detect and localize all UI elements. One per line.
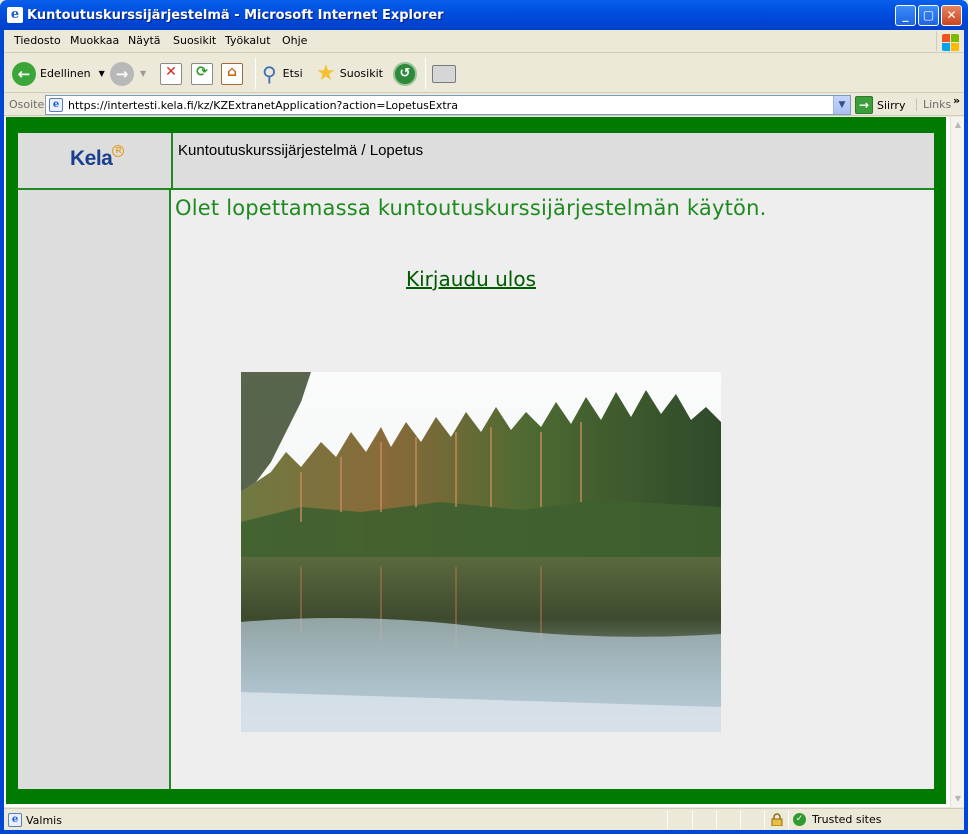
close-button[interactable]: ✕ xyxy=(941,5,962,26)
toolbar: ← Edellinen ▼ → ▼ ✕ ⟳ ⌂ ⚲ Etsi ★ Suosiki… xyxy=(4,54,964,93)
maximize-button[interactable]: ▢ xyxy=(918,5,939,26)
go-button[interactable]: → Siirry xyxy=(855,95,905,115)
menu-favorites[interactable]: Suosikit xyxy=(173,34,216,47)
favorites-label: Suosikit xyxy=(339,67,383,80)
logout-link[interactable]: Kirjaudu ulos xyxy=(406,267,536,291)
search-label: Etsi xyxy=(282,67,303,80)
status-divider xyxy=(692,811,693,829)
address-input[interactable]: e https://intertesti.kela.fi/kz/KZExtran… xyxy=(45,95,851,115)
window-title: Kuntoutuskurssijärjestelmä - Microsoft I… xyxy=(27,8,444,23)
stop-button[interactable]: ✕ xyxy=(160,60,182,87)
favorites-star-icon: ★ xyxy=(316,61,336,86)
print-button[interactable] xyxy=(432,60,456,87)
home-button[interactable]: ⌂ xyxy=(221,60,243,87)
go-label: Siirry xyxy=(877,98,906,112)
browser-viewport: Kela R Kuntoutuskurssijärjestelmä / Lope… xyxy=(4,117,964,807)
page-header: Kela R Kuntoutuskurssijärjestelmä / Lope… xyxy=(18,133,934,190)
address-bar: Osoite e https://intertesti.kela.fi/kz/K… xyxy=(4,94,964,116)
forward-button[interactable]: → ▼ xyxy=(110,60,146,87)
menu-help[interactable]: Ohje xyxy=(282,34,307,47)
ie-icon: e xyxy=(7,7,23,23)
address-url[interactable]: https://intertesti.kela.fi/kz/KZExtranet… xyxy=(68,99,458,112)
trusted-check-icon: ✓ xyxy=(793,813,806,826)
menu-file[interactable]: Tiedosto xyxy=(14,34,61,47)
page-frame: Kela R Kuntoutuskurssijärjestelmä / Lope… xyxy=(6,117,946,804)
history-button[interactable]: ↺ xyxy=(393,60,417,87)
status-text: Valmis xyxy=(26,814,62,827)
window-border-bottom xyxy=(0,830,968,834)
registered-mark-icon: R xyxy=(112,145,125,157)
kela-logo-text: Kela xyxy=(70,147,113,170)
title-bar[interactable]: e Kuntoutuskurssijärjestelmä - Microsoft… xyxy=(0,0,968,30)
vertical-scrollbar[interactable]: ▲ ▼ xyxy=(950,117,964,807)
lake-photo xyxy=(241,372,721,732)
go-arrow-icon: → xyxy=(855,96,873,114)
forward-arrow-icon: → xyxy=(110,61,134,86)
menu-edit[interactable]: Muokkaa xyxy=(70,34,119,47)
status-divider xyxy=(764,811,765,829)
windows-logo-icon xyxy=(936,31,959,51)
menu-tools[interactable]: Työkalut xyxy=(225,34,271,47)
page-body: Kela R Kuntoutuskurssijärjestelmä / Lope… xyxy=(18,133,934,789)
links-button[interactable]: Links xyxy=(916,98,951,111)
kela-logo: Kela R xyxy=(70,145,125,171)
history-icon: ↺ xyxy=(393,61,417,86)
status-bar: e Valmis ✓ Trusted sites xyxy=(4,808,964,830)
left-column xyxy=(18,133,171,789)
logout-message: Olet lopettamassa kuntoutuskurssijärjest… xyxy=(175,196,767,220)
address-label: Osoite xyxy=(9,98,45,111)
toolbar-separator xyxy=(425,58,426,89)
zone-label: Trusted sites xyxy=(812,813,882,826)
back-label: Edellinen xyxy=(40,67,91,80)
status-page-icon: e xyxy=(8,813,22,827)
search-icon: ⚲ xyxy=(262,61,277,86)
status-divider xyxy=(716,811,717,829)
status-divider xyxy=(740,811,741,829)
search-button[interactable]: ⚲ Etsi xyxy=(262,60,303,87)
scroll-down-icon[interactable]: ▼ xyxy=(951,791,965,807)
home-icon: ⌂ xyxy=(221,62,243,85)
page-title: Kuntoutuskurssijärjestelmä / Lopetus xyxy=(178,142,424,159)
stop-icon: ✕ xyxy=(160,62,182,85)
security-zone: ✓ Trusted sites xyxy=(793,813,882,826)
print-icon xyxy=(432,64,456,83)
window-border-right xyxy=(964,30,968,834)
page-icon: e xyxy=(49,98,63,112)
refresh-button[interactable]: ⟳ xyxy=(191,60,213,87)
status-divider xyxy=(667,811,668,829)
header-divider xyxy=(171,133,173,190)
minimize-button[interactable]: _ xyxy=(895,5,916,26)
menu-bar: Tiedosto Muokkaa Näytä Suosikit Työkalut… xyxy=(4,30,964,53)
back-button[interactable]: ← Edellinen ▼ xyxy=(12,60,105,87)
status-divider xyxy=(788,811,789,829)
refresh-icon: ⟳ xyxy=(191,62,213,85)
favorites-button[interactable]: ★ Suosikit xyxy=(316,60,383,87)
forward-dropdown-icon[interactable]: ▼ xyxy=(140,69,146,78)
links-chevron-icon[interactable]: » xyxy=(953,94,960,107)
back-arrow-icon: ← xyxy=(12,61,36,86)
address-dropdown-icon[interactable]: ▼ xyxy=(833,96,850,114)
menu-view[interactable]: Näytä xyxy=(128,34,161,47)
toolbar-separator xyxy=(255,58,256,89)
lock-icon xyxy=(771,813,783,826)
scroll-up-icon[interactable]: ▲ xyxy=(951,117,965,133)
back-dropdown-icon[interactable]: ▼ xyxy=(99,69,105,78)
